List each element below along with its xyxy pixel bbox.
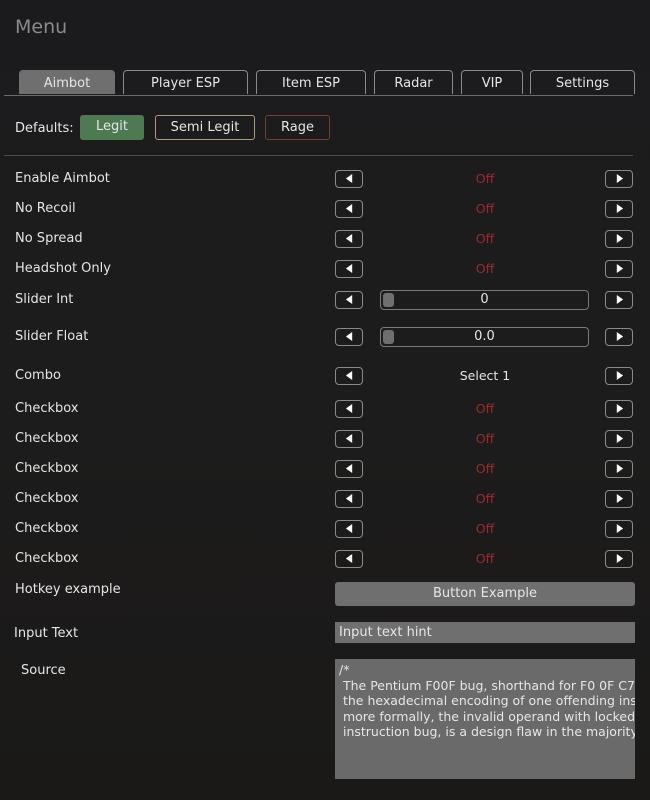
headshot-only-value: Off [475,261,495,276]
checkbox-increase-button[interactable] [605,460,633,478]
arrow-left-icon [345,402,354,417]
checkbox-label: Checkbox [15,521,79,536]
no-recoil-decrease-button[interactable] [335,200,363,218]
arrow-left-icon [345,552,354,567]
arrow-right-icon [615,232,624,247]
enable-aimbot-value: Off [475,171,495,186]
slider-float[interactable]: 0.0 [380,327,589,347]
arrow-right-icon [615,402,624,417]
arrow-left-icon [345,432,354,447]
tab-vip[interactable]: VIP [461,70,523,94]
window-title: Menu [15,16,68,38]
arrow-right-icon [615,262,624,277]
slider-float-decrease-button[interactable] [335,328,363,346]
arrow-left-icon [345,202,354,217]
checkbox-value: Off [475,491,495,506]
no-recoil-value: Off [475,201,495,216]
no-spread-value: Off [475,231,495,246]
no-spread-decrease-button[interactable] [335,230,363,248]
checkbox-decrease-button[interactable] [335,520,363,538]
arrow-right-icon [615,462,624,477]
slider-float-label: Slider Float [15,329,89,344]
checkbox-label: Checkbox [15,461,79,476]
input-text-label: Input Text [14,626,79,641]
arrow-left-icon [345,232,354,247]
no-spread-increase-button[interactable] [605,230,633,248]
arrow-left-icon [345,293,354,308]
combo-value: Select 1 [459,368,511,383]
combo-decrease-button[interactable] [335,367,363,385]
checkbox-increase-button[interactable] [605,550,633,568]
checkbox-increase-button[interactable] [605,400,633,418]
slider-int-decrease-button[interactable] [335,291,363,309]
arrow-right-icon [615,330,624,345]
checkbox-value: Off [475,521,495,536]
checkbox-label: Checkbox [15,551,79,566]
arrow-right-icon [615,552,624,567]
slider-value: 0.0 [474,329,495,344]
arrow-right-icon [615,202,624,217]
tab-settings[interactable]: Settings [530,70,635,94]
slider-float-increase-button[interactable] [605,328,633,346]
arrow-left-icon [345,462,354,477]
rage-button[interactable]: Rage [265,115,330,140]
arrow-right-icon [615,369,624,384]
legit-button[interactable]: Legit [80,115,144,140]
combo-increase-button[interactable] [605,367,633,385]
tab-player-esp[interactable]: Player ESP [123,70,248,94]
defaults-label: Defaults: [15,121,74,136]
checkbox-increase-button[interactable] [605,520,633,538]
no-recoil-increase-button[interactable] [605,200,633,218]
arrow-left-icon [345,369,354,384]
checkbox-label: Checkbox [15,491,79,506]
arrow-right-icon [615,293,624,308]
slider-value: 0 [480,292,489,307]
checkbox-decrease-button[interactable] [335,430,363,448]
divider [4,155,633,156]
slider-int-increase-button[interactable] [605,291,633,309]
slider-int[interactable]: 0 [380,290,589,310]
no-spread-label: No Spread [15,231,83,246]
headshot-only-decrease-button[interactable] [335,260,363,278]
checkbox-label: Checkbox [15,431,79,446]
checkbox-value: Off [475,401,495,416]
tab-aimbot[interactable]: Aimbot [19,70,115,94]
arrow-left-icon [345,172,354,187]
checkbox-decrease-button[interactable] [335,400,363,418]
headshot-only-increase-button[interactable] [605,260,633,278]
slider-int-label: Slider Int [15,292,74,307]
checkbox-increase-button[interactable] [605,430,633,448]
arrow-right-icon [615,492,624,507]
tab-bar: Aimbot Player ESP Item ESP Radar VIP Set… [4,70,635,96]
enable-aimbot-label: Enable Aimbot [15,171,110,186]
button-example[interactable]: Button Example [335,582,635,606]
checkbox-value: Off [475,551,495,566]
checkbox-value: Off [475,461,495,476]
checkbox-value: Off [475,431,495,446]
arrow-left-icon [345,492,354,507]
arrow-left-icon [345,262,354,277]
checkbox-increase-button[interactable] [605,490,633,508]
tab-item-esp[interactable]: Item ESP [256,70,366,94]
checkbox-decrease-button[interactable] [335,460,363,478]
tab-radar[interactable]: Radar [374,70,453,94]
enable-aimbot-increase-button[interactable] [605,170,633,188]
headshot-only-label: Headshot Only [15,261,111,276]
checkbox-decrease-button[interactable] [335,550,363,568]
arrow-right-icon [615,172,624,187]
arrow-left-icon [345,522,354,537]
checkbox-label: Checkbox [15,401,79,416]
hotkey-label: Hotkey example [15,582,121,597]
arrow-left-icon [345,330,354,345]
arrow-right-icon [615,432,624,447]
enable-aimbot-decrease-button[interactable] [335,170,363,188]
arrow-right-icon [615,522,624,537]
checkbox-decrease-button[interactable] [335,490,363,508]
source-textarea[interactable]: /* The Pentium F00F bug, shorthand for F… [335,659,635,779]
semi-legit-button[interactable]: Semi Legit [155,115,255,140]
source-label: Source [21,663,66,678]
combo-label: Combo [15,368,61,383]
input-text-field[interactable]: Input text hint [335,622,635,643]
no-recoil-label: No Recoil [15,201,76,216]
